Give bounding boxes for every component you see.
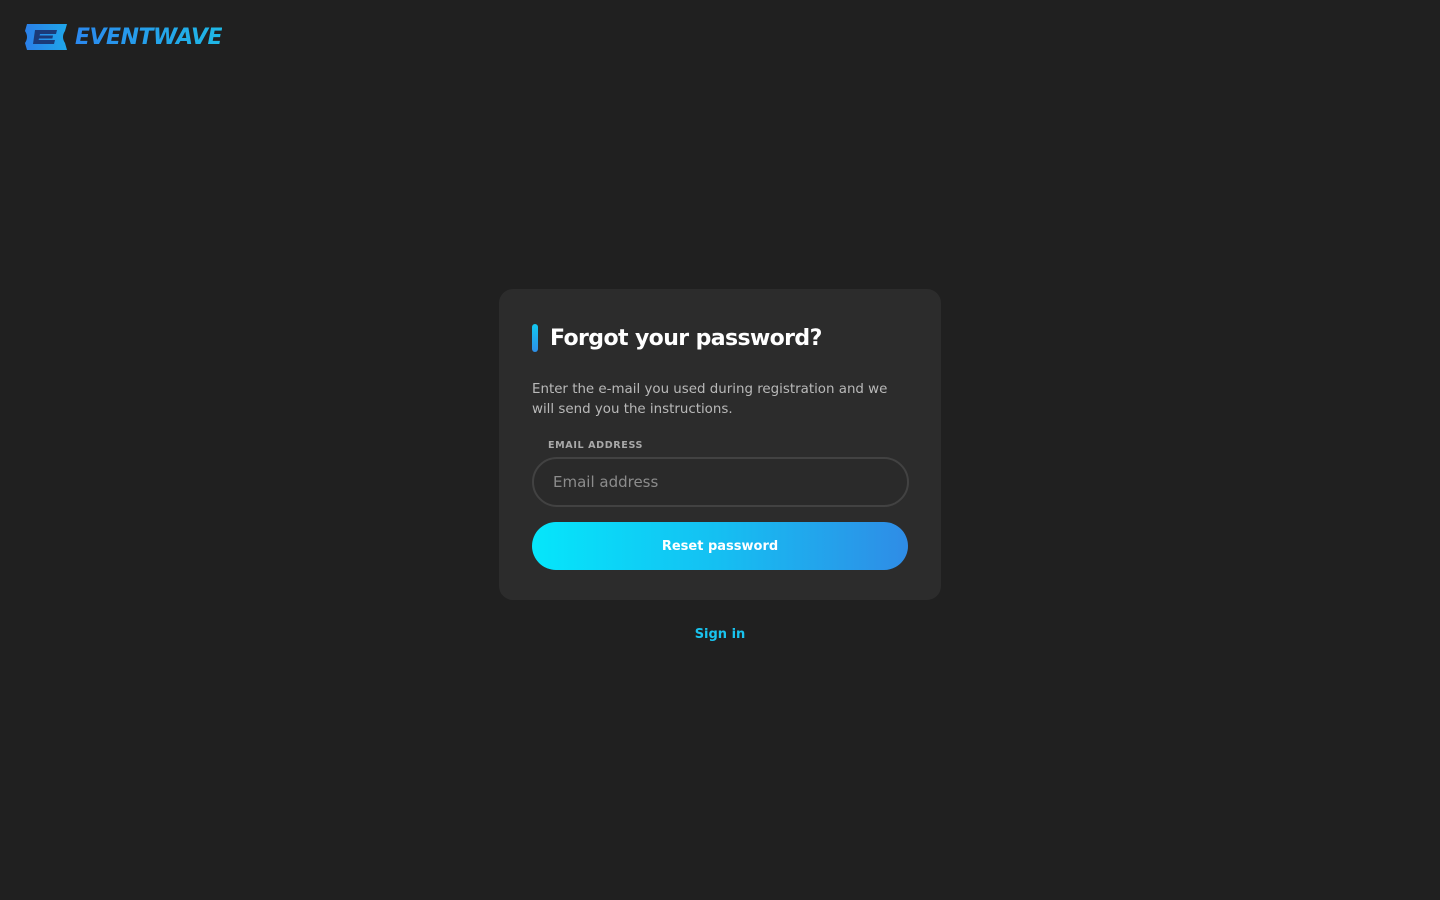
page-title: Forgot your password? [550,325,822,351]
brand-logo[interactable]: EVENTWAVE [23,22,223,52]
sign-in-link[interactable]: Sign in [695,627,746,642]
reset-password-button[interactable]: Reset password [532,522,908,570]
instructions-text: Enter the e-mail you used during registr… [532,382,888,417]
email-input[interactable] [532,457,909,507]
brand-name: EVENTWAVE [75,24,223,50]
signin-container: Sign in [0,623,1440,642]
card-header: Forgot your password? [532,323,908,353]
title-accent-bar [532,324,538,352]
ticket-e-icon [25,24,67,50]
email-label: EMAIL ADDRESS [548,440,644,451]
forgot-password-card: Forgot your password? Enter the e-mail y… [499,289,941,600]
